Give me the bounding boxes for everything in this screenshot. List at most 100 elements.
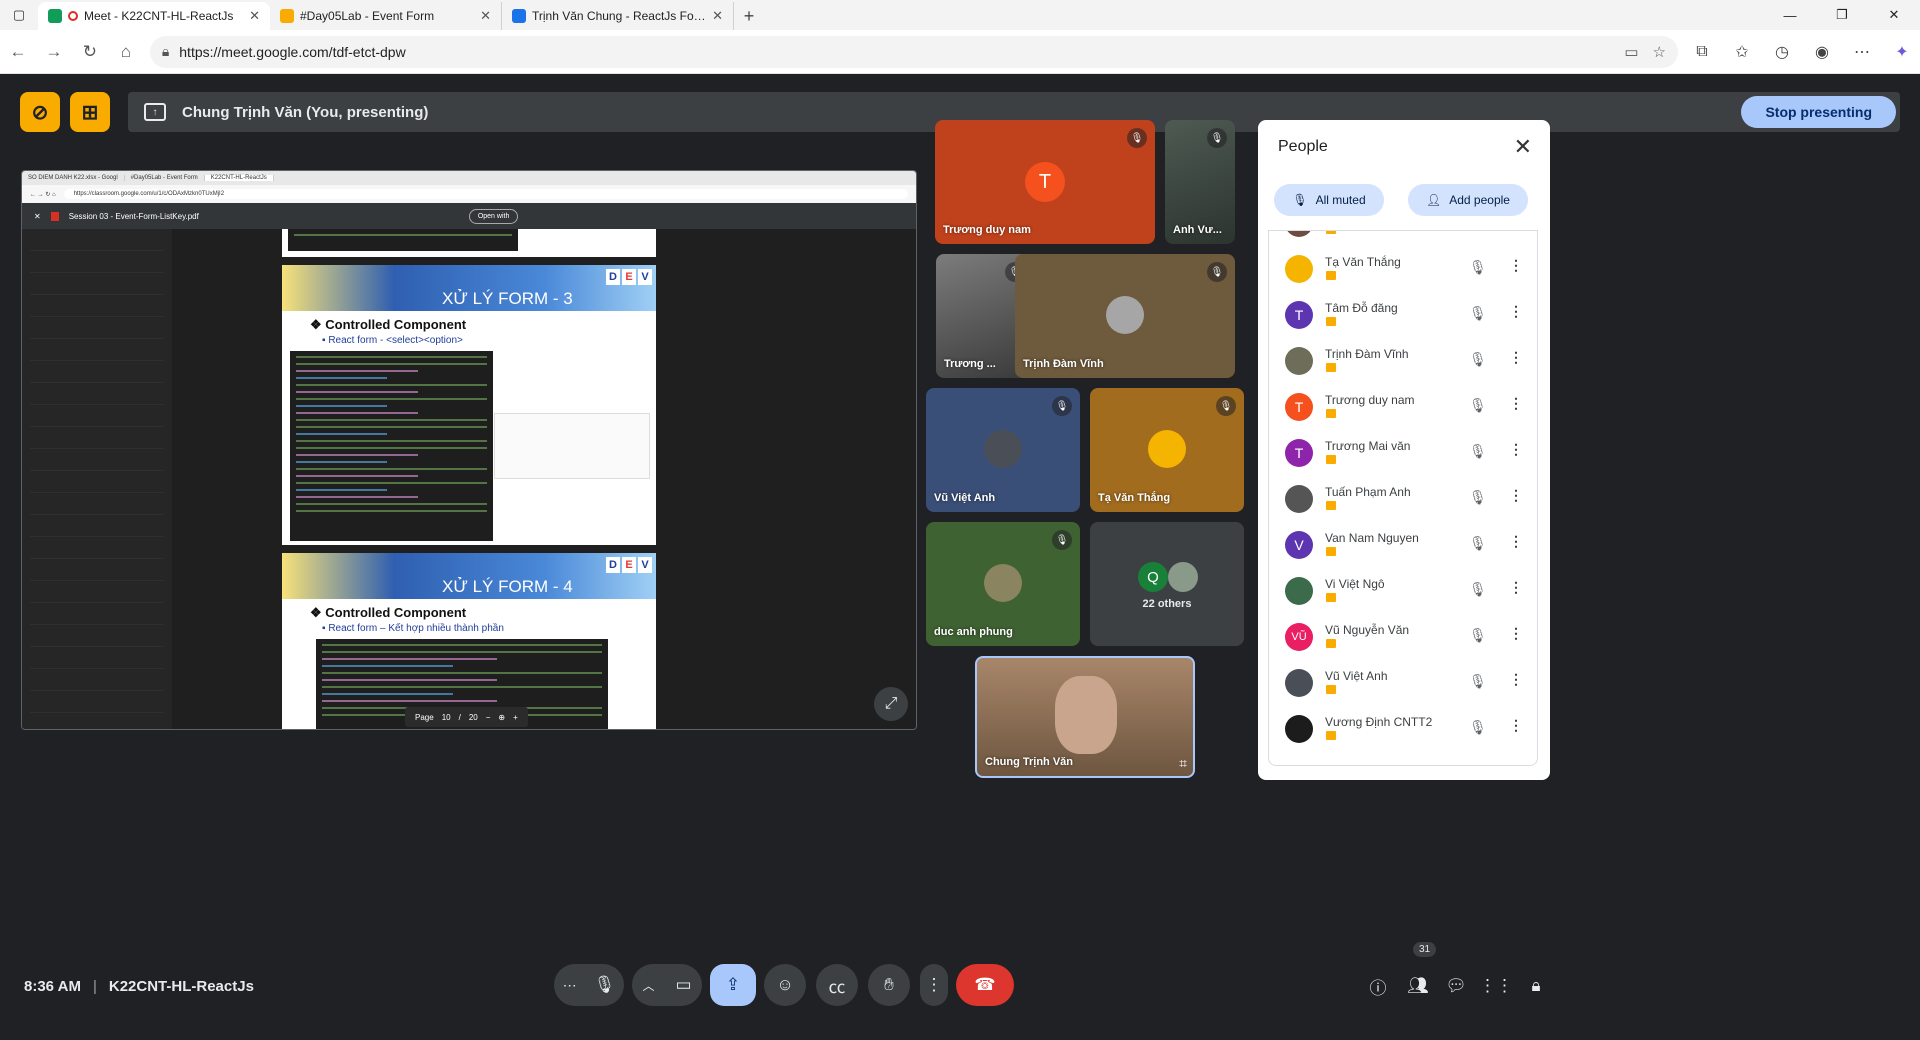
tab-reactjs-form[interactable]: Trịnh Văn Chung - ReactJs Form - ✕: [502, 2, 734, 30]
more-options-icon[interactable]: ⋮: [1509, 487, 1523, 504]
more-options-icon[interactable]: ⋮: [1509, 257, 1523, 274]
participant-avatar: [984, 430, 1022, 468]
participant-avatar: [1285, 669, 1313, 697]
more-options-button[interactable]: ⋮: [920, 964, 948, 1006]
close-panel-icon[interactable]: ✕: [1514, 134, 1532, 160]
list-item[interactable]: VŨ Vũ Nguyễn Văn 🎙︎ ⋮: [1269, 615, 1537, 661]
list-item[interactable]: Trịnh Đàm Vĩnh 🎙︎ ⋮: [1269, 339, 1537, 385]
favorite-star-icon[interactable]: ☆: [1653, 43, 1666, 61]
bottom-bar: 8:36 AM | K22CNT-HL-ReactJs ⋯ 🎙︎ ︿ ▭ ⇪ ☺…: [4, 942, 1916, 1036]
self-view-tile[interactable]: Chung Trịnh Văn ⌗: [975, 656, 1195, 778]
participant-tile[interactable]: 🎙︎ Trịnh Đàm Vĩnh: [1015, 254, 1235, 378]
close-tab-icon[interactable]: ✕: [712, 8, 723, 24]
host-controls-icon[interactable]: 🔒︎: [1522, 972, 1550, 1000]
shared-screen[interactable]: SO DIEM DANH K22.xlsx - Googl #Day05Lab …: [21, 170, 917, 730]
mic-off-icon[interactable]: 🎙︎: [1469, 581, 1487, 598]
list-item[interactable]: Tạ Văn Thắng 🎙︎ ⋮: [1269, 247, 1537, 293]
more-options-icon[interactable]: ⋮: [1509, 671, 1523, 688]
close-tab-icon[interactable]: ✕: [249, 8, 260, 24]
activities-icon[interactable]: ⋮⋮: [1479, 972, 1513, 1000]
meeting-details-icon[interactable]: ⓘ: [1364, 972, 1392, 1000]
add-people-label: Add people: [1449, 193, 1510, 207]
minimize-icon[interactable]: —: [1764, 0, 1816, 30]
expand-icon[interactable]: ⤢: [874, 687, 908, 721]
more-options-icon[interactable]: ⋮: [1509, 625, 1523, 642]
participant-tile[interactable]: 🎙︎ Tạ Văn Thắng: [1090, 388, 1244, 512]
list-item[interactable]: T Trương duy nam 🎙︎ ⋮: [1269, 385, 1537, 431]
more-menu-icon[interactable]: ⋯: [1844, 34, 1880, 70]
tab-actions-icon[interactable]: ▢: [0, 0, 38, 30]
list-item[interactable]: Vũ Việt Anh 🎙︎ ⋮: [1269, 661, 1537, 707]
participant-tile[interactable]: 🎙︎ Vũ Việt Anh: [926, 388, 1080, 512]
list-item[interactable]: Q 🎙︎ ⋮: [1269, 231, 1537, 247]
more-options-icon[interactable]: ⋮: [1509, 395, 1523, 412]
mic-control[interactable]: ⋯ 🎙︎: [554, 964, 624, 1006]
profile-icon[interactable]: ◉: [1804, 34, 1840, 70]
more-options-icon[interactable]: ⋮: [1509, 303, 1523, 320]
captions-button[interactable]: ㏄: [816, 964, 858, 1006]
all-muted-button[interactable]: 🎙︎ All muted: [1274, 184, 1384, 216]
chevron-up-icon[interactable]: ︿: [642, 977, 654, 994]
emoji-button[interactable]: ☺: [764, 964, 806, 1006]
copilot-icon[interactable]: ✦: [1884, 34, 1920, 70]
close-window-icon[interactable]: ✕: [1868, 0, 1920, 30]
camera-icon[interactable]: ▭: [675, 975, 691, 995]
mic-off-icon[interactable]: 🎙︎: [1469, 673, 1487, 690]
others-tile[interactable]: Q 22 others: [1090, 522, 1244, 646]
camera-in-use-icon[interactable]: ▭: [1624, 43, 1638, 61]
list-item[interactable]: Vi Việt Ngô 🎙︎ ⋮: [1269, 569, 1537, 615]
more-options-icon[interactable]: ⋮: [1509, 441, 1523, 458]
favorites-icon[interactable]: ✩: [1724, 34, 1760, 70]
mic-off-icon[interactable]: 🎙︎: [1469, 443, 1487, 460]
more-options-icon[interactable]: ⋮: [1509, 349, 1523, 366]
leave-call-button[interactable]: ☎︎: [956, 964, 1014, 1006]
pdf-close-icon: ✕: [34, 211, 41, 221]
list-item[interactable]: T Tâm Đỗ đăng 🎙︎ ⋮: [1269, 293, 1537, 339]
mic-off-icon[interactable]: 🎙︎: [1469, 719, 1487, 736]
list-item[interactable]: T Trương Mai văn 🎙︎ ⋮: [1269, 431, 1537, 477]
raise-hand-button[interactable]: ✋︎: [868, 964, 910, 1006]
list-item[interactable]: V Van Nam Nguyen 🎙︎ ⋮: [1269, 523, 1537, 569]
list-item[interactable]: Vương Định CNTT2 🎙︎ ⋮: [1269, 707, 1537, 753]
list-item[interactable]: Tuấn Phạm Anh 🎙︎ ⋮: [1269, 477, 1537, 523]
more-options-icon[interactable]: ⋮: [1509, 717, 1523, 734]
crop-icon[interactable]: ⌗: [1179, 755, 1187, 772]
chat-icon[interactable]: 💬︎: [1442, 972, 1470, 1000]
tab-meet[interactable]: Meet - K22CNT-HL-ReactJs ✕: [38, 2, 270, 30]
camera-control[interactable]: ︿ ▭: [632, 964, 702, 1006]
new-tab-button[interactable]: +: [734, 2, 764, 30]
tab-label: Trịnh Văn Chung - ReactJs Form -: [532, 9, 707, 23]
url-field[interactable]: 🔒︎ https://meet.google.com/tdf-etct-dpw …: [149, 35, 1678, 68]
add-people-button[interactable]: 👤︎ Add people: [1408, 184, 1528, 216]
participant-tile[interactable]: 🎙︎ duc anh phung: [926, 522, 1080, 646]
layout-button[interactable]: ⊞: [70, 92, 110, 132]
mic-off-icon[interactable]: 🎙︎: [1469, 305, 1487, 322]
home-icon[interactable]: ⌂: [108, 34, 144, 70]
mic-off-icon[interactable]: 🎙︎: [1469, 535, 1487, 552]
participant-tile[interactable]: T 🎙︎ Trương duy nam: [935, 120, 1155, 244]
extensions-icon[interactable]: ⧉: [1684, 34, 1720, 70]
participant-name: Tâm Đỗ đăng: [1325, 301, 1398, 315]
mic-off-icon[interactable]: 🎙︎: [1469, 627, 1487, 644]
lock-icon[interactable]: 🔒︎: [162, 43, 169, 60]
close-tab-icon[interactable]: ✕: [480, 8, 491, 24]
stop-presenting-button[interactable]: Stop presenting: [1741, 96, 1896, 128]
tab-event-form[interactable]: #Day05Lab - Event Form ✕: [270, 2, 502, 30]
back-icon[interactable]: ←: [0, 34, 36, 70]
microphone-icon[interactable]: 🎙︎: [594, 975, 616, 995]
restore-icon[interactable]: ❐: [1816, 0, 1868, 30]
participant-tile[interactable]: 🎙︎ Anh Vư...: [1165, 120, 1235, 244]
present-button[interactable]: ⇪: [710, 964, 756, 1006]
more-options-icon[interactable]: ⋮: [1509, 579, 1523, 596]
mic-off-icon[interactable]: 🎙︎: [1469, 489, 1487, 506]
more-options-icon[interactable]: ⋮: [1509, 533, 1523, 550]
mic-off-icon[interactable]: 🎙︎: [1469, 351, 1487, 368]
reload-icon[interactable]: ↻: [72, 34, 108, 70]
people-icon[interactable]: 👥︎: [1404, 972, 1432, 1000]
more-mic-options-icon[interactable]: ⋯: [563, 977, 577, 994]
history-icon[interactable]: ◷: [1764, 34, 1800, 70]
mic-off-icon[interactable]: 🎙︎: [1469, 397, 1487, 414]
hide-self-view-button[interactable]: ⊘: [20, 92, 60, 132]
mic-off-icon[interactable]: 🎙︎: [1469, 259, 1487, 276]
forward-icon[interactable]: →: [36, 34, 72, 70]
